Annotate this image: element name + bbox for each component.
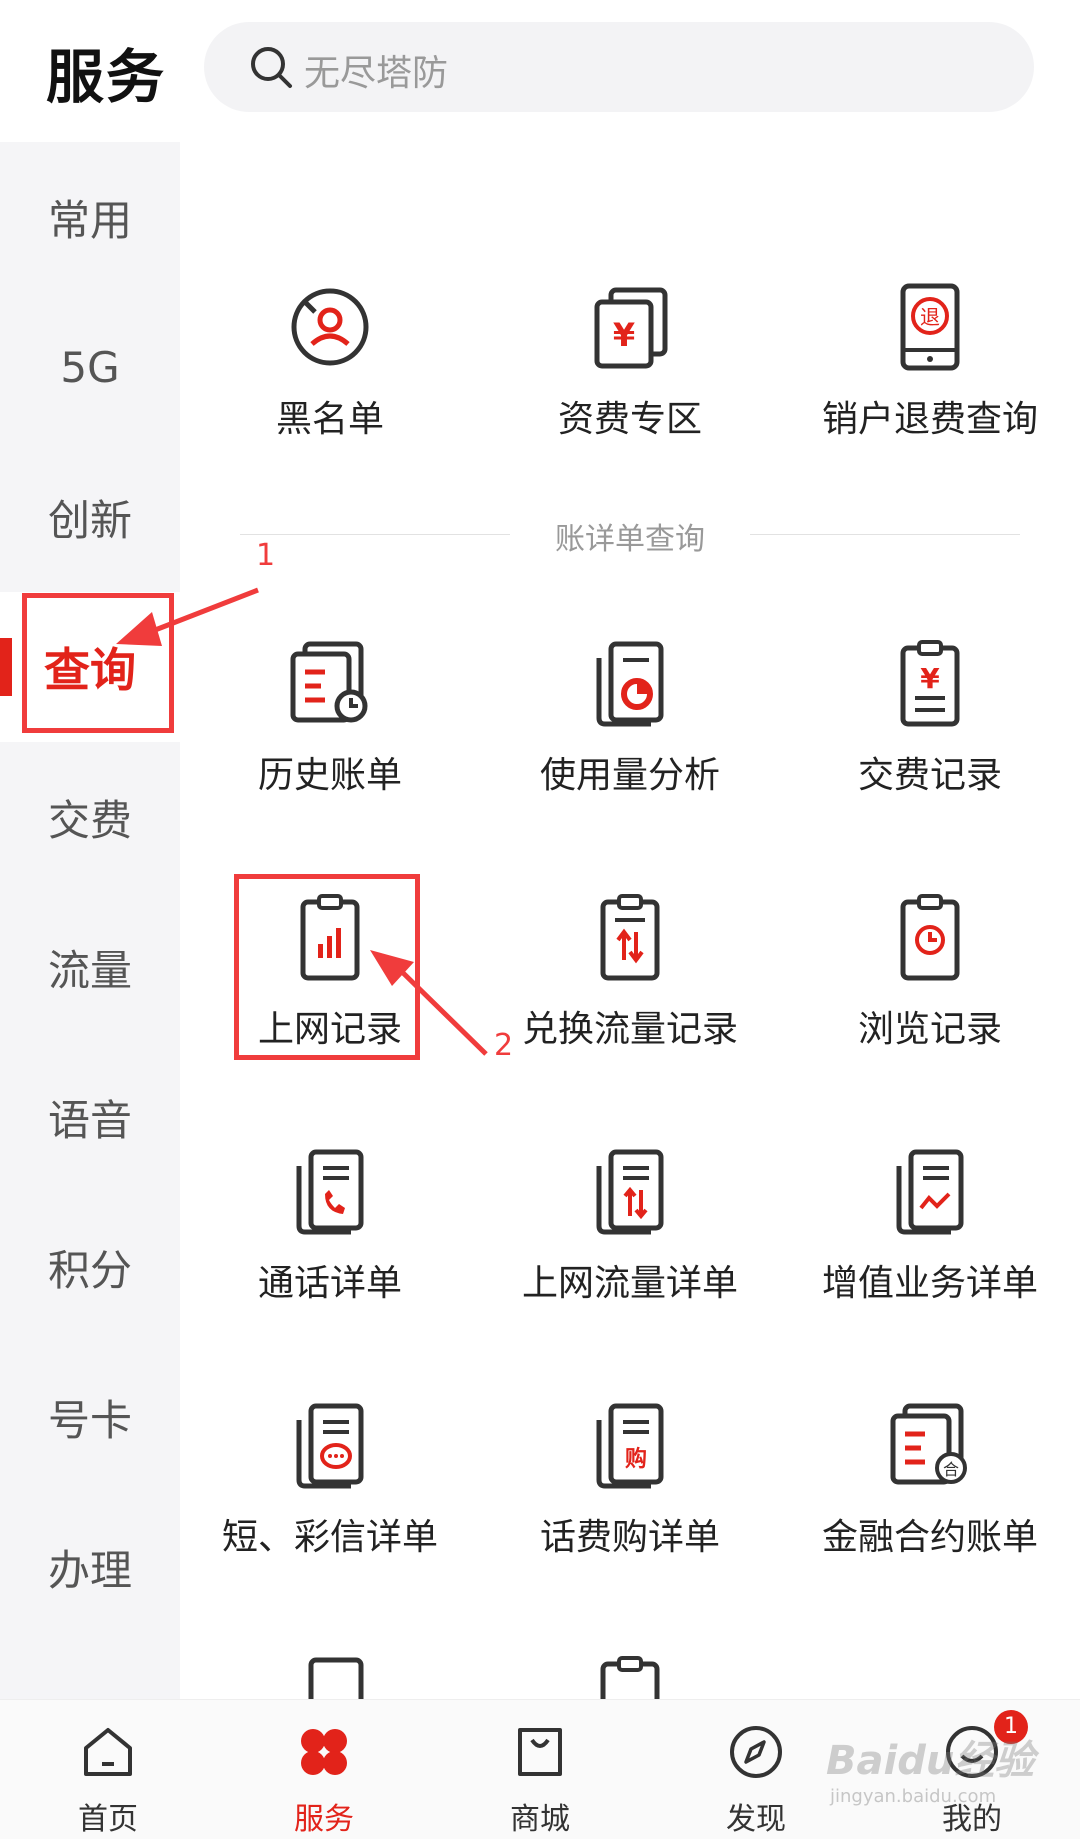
- partial-item-left[interactable]: [180, 1654, 480, 1699]
- refund-icon: 退: [900, 283, 960, 371]
- home-icon: [84, 1728, 132, 1776]
- purchase-detail-item[interactable]: 购 话费购详单: [480, 1400, 780, 1600]
- refund-label: 销户退费查询: [821, 399, 1038, 440]
- annotation-box-internet-record: [234, 874, 420, 1060]
- sms-detail-item[interactable]: 短、彩信详单: [180, 1400, 480, 1600]
- browse-record-label: 浏览记录: [857, 1009, 1002, 1050]
- call-detail-label: 通话详单: [257, 1263, 402, 1304]
- annotation-number-1: 1: [256, 538, 276, 573]
- browse-record-icon: [900, 894, 960, 981]
- svg-text:购: 购: [625, 1446, 647, 1472]
- purchase-detail-label: 话费购详单: [539, 1517, 720, 1558]
- svg-text:¥: ¥: [613, 316, 635, 354]
- blacklist-icon: [291, 288, 369, 366]
- data-detail-icon: [596, 1149, 664, 1235]
- blacklist-label: 黑名单: [275, 399, 384, 440]
- nav-shop[interactable]: 商城: [432, 1700, 648, 1839]
- exchange-data-icon: [600, 894, 660, 981]
- history-bill-item[interactable]: 历史账单: [180, 638, 480, 838]
- watermark-url: jingyan.baidu.com: [830, 1786, 997, 1807]
- sidebar-item-voice[interactable]: 语音: [0, 1042, 180, 1192]
- sidebar-item-broadband[interactable]: 宽带: [0, 1642, 180, 1700]
- payment-record-item[interactable]: ¥ 交费记录: [780, 638, 1080, 838]
- search-bar[interactable]: 无尽塔防: [204, 22, 1034, 112]
- sidebar-item-5g[interactable]: 5G: [0, 292, 180, 442]
- nav-discover-label: 发现: [726, 1802, 786, 1837]
- svg-text:合: 合: [943, 1460, 959, 1479]
- history-bill-label: 历史账单: [257, 755, 402, 796]
- history-bill-icon: [290, 641, 368, 723]
- search-placeholder: 无尽塔防: [304, 53, 449, 94]
- watermark: Baidu经验: [826, 1738, 1035, 1784]
- value-added-item[interactable]: 增值业务详单: [780, 1146, 1080, 1346]
- value-added-icon: [896, 1149, 964, 1235]
- shop-icon: [518, 1728, 562, 1776]
- section-divider: 账详单查询: [240, 514, 1020, 557]
- nav-home[interactable]: 首页: [0, 1700, 216, 1839]
- discover-icon: [730, 1726, 782, 1778]
- nav-service-label: 服务: [294, 1802, 354, 1837]
- document-icon: [308, 1657, 364, 1699]
- usage-analysis-item[interactable]: 使用量分析: [480, 638, 780, 838]
- sidebar-item-innovation[interactable]: 创新: [0, 442, 180, 592]
- sidebar-item-points[interactable]: 积分: [0, 1192, 180, 1342]
- tariff-icon: ¥: [594, 287, 668, 369]
- section-title: 账详单查询: [555, 522, 705, 557]
- exchange-data-item[interactable]: 兑换流量记录: [480, 892, 780, 1092]
- finance-contract-icon: 合: [890, 1403, 967, 1485]
- sidebar-item-apply[interactable]: 办理: [0, 1492, 180, 1642]
- clipboard-icon: [600, 1656, 660, 1699]
- finance-contract-item[interactable]: 合 金融合约账单: [780, 1400, 1080, 1600]
- svg-text:退: 退: [920, 305, 940, 329]
- annotation-number-2: 2: [494, 1028, 514, 1063]
- annotation-box-query: [22, 593, 174, 733]
- nav-service[interactable]: 服务: [216, 1700, 432, 1839]
- purchase-detail-icon: 购: [596, 1403, 664, 1489]
- service-icon: [301, 1729, 347, 1775]
- sms-detail-label: 短、彩信详单: [221, 1517, 438, 1558]
- sidebar: 常用 5G 创新 查询 交费 流量 语音 积分 号卡 办理 宽带: [0, 142, 180, 1699]
- page-title: 服务: [46, 43, 167, 111]
- header: 服务 无尽塔防: [0, 0, 1080, 142]
- sidebar-item-common[interactable]: 常用: [0, 142, 180, 292]
- payment-record-icon: ¥: [900, 640, 960, 727]
- search-icon: [251, 47, 292, 88]
- data-detail-item[interactable]: 上网流量详单: [480, 1146, 780, 1346]
- call-detail-icon: [296, 1149, 364, 1235]
- data-detail-label: 上网流量详单: [521, 1263, 738, 1304]
- sidebar-item-data[interactable]: 流量: [0, 892, 180, 1042]
- divider-line-right: [750, 534, 1020, 535]
- partial-item-middle[interactable]: [480, 1654, 780, 1699]
- call-detail-item[interactable]: 通话详单: [180, 1146, 480, 1346]
- usage-analysis-icon: [596, 641, 664, 727]
- tariff-label: 资费专区: [557, 399, 702, 440]
- value-added-label: 增值业务详单: [821, 1263, 1038, 1304]
- tariff-item[interactable]: ¥ 资费专区: [480, 282, 780, 482]
- browse-record-item[interactable]: 浏览记录: [780, 892, 1080, 1092]
- nav-home-label: 首页: [78, 1802, 138, 1837]
- sms-detail-icon: [296, 1403, 364, 1489]
- finance-contract-label: 金融合约账单: [821, 1517, 1038, 1558]
- usage-analysis-label: 使用量分析: [539, 755, 720, 796]
- blacklist-item[interactable]: 黑名单: [180, 282, 480, 482]
- nav-shop-label: 商城: [510, 1802, 570, 1837]
- svg-text:¥: ¥: [920, 662, 940, 695]
- sidebar-item-sim-card[interactable]: 号卡: [0, 1342, 180, 1492]
- exchange-data-label: 兑换流量记录: [521, 1009, 738, 1050]
- sidebar-item-payment[interactable]: 交费: [0, 742, 180, 892]
- refund-item[interactable]: 退 销户退费查询: [780, 282, 1080, 482]
- payment-record-label: 交费记录: [857, 755, 1002, 796]
